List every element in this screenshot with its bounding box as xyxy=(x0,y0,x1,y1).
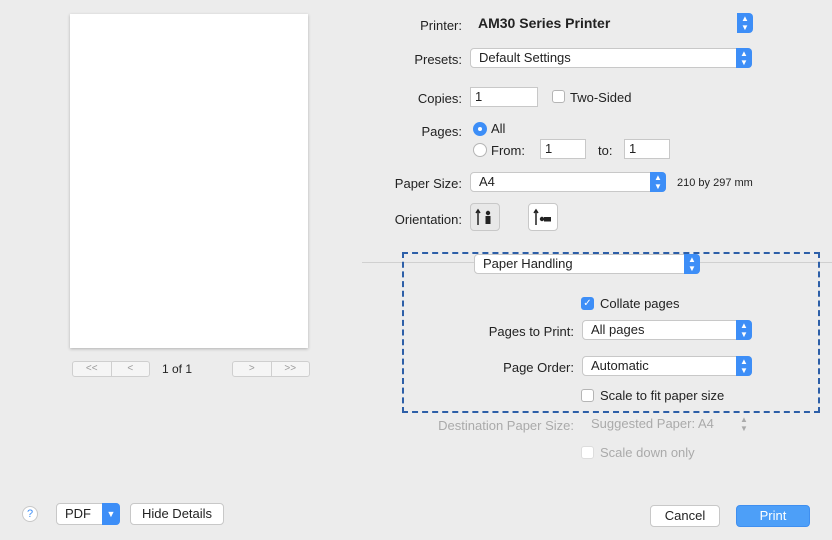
printer-label: Printer: xyxy=(420,18,462,33)
first-page-button[interactable]: << xyxy=(73,362,112,376)
pages-from-radio[interactable] xyxy=(473,143,487,157)
pages-to-print-stepper-icon: ▲ ▼ xyxy=(736,320,752,340)
two-sided-checkbox[interactable] xyxy=(552,90,565,103)
previous-page-button[interactable]: < xyxy=(112,362,150,376)
print-preview-page xyxy=(70,14,308,348)
orientation-label: Orientation: xyxy=(394,212,462,227)
destination-stepper-icon: ▲ ▼ xyxy=(740,415,748,433)
page-indicator: 1 of 1 xyxy=(162,362,193,376)
portrait-icon xyxy=(475,208,491,225)
landscape-orientation-button[interactable] xyxy=(528,203,558,231)
help-button[interactable]: ? xyxy=(22,506,38,522)
paper-dimensions: 210 by 297 mm xyxy=(677,177,753,189)
copies-label: Copies: xyxy=(417,91,462,106)
presets-value: Default Settings xyxy=(479,50,571,65)
pages-to-print-label: Pages to Print: xyxy=(488,324,574,339)
preview-forward-buttons: > >> xyxy=(232,361,310,377)
paper-size-value: A4 xyxy=(479,174,495,189)
scale-to-fit-label: Scale to fit paper size xyxy=(600,388,725,403)
page-order-label: Page Order: xyxy=(503,360,574,375)
page-order-stepper-icon: ▲ ▼ xyxy=(736,356,752,376)
copies-field[interactable]: 1 xyxy=(470,87,538,107)
scale-down-label: Scale down only xyxy=(600,445,695,460)
section-stepper-icon: ▲ ▼ xyxy=(684,254,700,274)
paper-size-label: Paper Size: xyxy=(394,176,462,191)
portrait-orientation-button[interactable] xyxy=(470,203,500,231)
printer-select[interactable]: AM30 Series Printer ▲ ▼ xyxy=(470,13,753,34)
scale-down-checkbox[interactable] xyxy=(581,446,594,459)
preview-back-buttons: << < xyxy=(72,361,150,377)
destination-paper-size-value: Suggested Paper: A4 xyxy=(591,416,714,431)
pages-from-label: From: xyxy=(491,143,525,158)
paper-size-select[interactable]: A4 ▲ ▼ xyxy=(470,172,666,192)
section-value: Paper Handling xyxy=(483,256,573,271)
paper-size-stepper-icon: ▲ ▼ xyxy=(650,172,666,192)
next-page-button[interactable]: > xyxy=(233,362,272,376)
pdf-menu-button[interactable]: PDF ▼ xyxy=(56,503,120,525)
pages-to-print-select[interactable]: All pages ▲ ▼ xyxy=(582,320,752,340)
print-button[interactable]: Print xyxy=(736,505,810,527)
page-order-value: Automatic xyxy=(591,358,649,373)
destination-paper-size-select[interactable]: Suggested Paper: A4 ▲ ▼ xyxy=(582,414,752,434)
cancel-button[interactable]: Cancel xyxy=(650,505,720,527)
destination-paper-size-label: Destination Paper Size: xyxy=(438,418,574,433)
pages-to-print-value: All pages xyxy=(591,322,645,337)
hide-details-button[interactable]: Hide Details xyxy=(130,503,224,525)
pages-to-label: to: xyxy=(598,143,613,158)
presets-stepper-icon: ▲ ▼ xyxy=(736,48,752,68)
pages-to-field[interactable]: 1 xyxy=(624,139,670,159)
pages-all-label: All xyxy=(491,121,506,136)
two-sided-label: Two-Sided xyxy=(570,90,632,105)
scale-to-fit-checkbox[interactable] xyxy=(581,389,594,402)
chevron-down-icon: ▼ xyxy=(102,503,120,525)
collate-label: Collate pages xyxy=(600,296,680,311)
collate-checkbox[interactable]: ✓ xyxy=(581,297,594,310)
section-select[interactable]: Paper Handling ▲ ▼ xyxy=(474,254,700,274)
landscape-icon xyxy=(533,208,551,225)
pdf-label: PDF xyxy=(65,506,91,521)
pages-label: Pages: xyxy=(421,124,462,139)
page-order-select[interactable]: Automatic ▲ ▼ xyxy=(582,356,752,376)
last-page-button[interactable]: >> xyxy=(272,362,310,376)
presets-label: Presets: xyxy=(414,52,462,67)
printer-stepper-icon: ▲ ▼ xyxy=(737,13,753,33)
pages-from-field[interactable]: 1 xyxy=(540,139,586,159)
presets-select[interactable]: Default Settings ▲ ▼ xyxy=(470,48,752,68)
pages-all-radio[interactable] xyxy=(473,122,487,136)
printer-value: AM30 Series Printer xyxy=(478,15,611,31)
